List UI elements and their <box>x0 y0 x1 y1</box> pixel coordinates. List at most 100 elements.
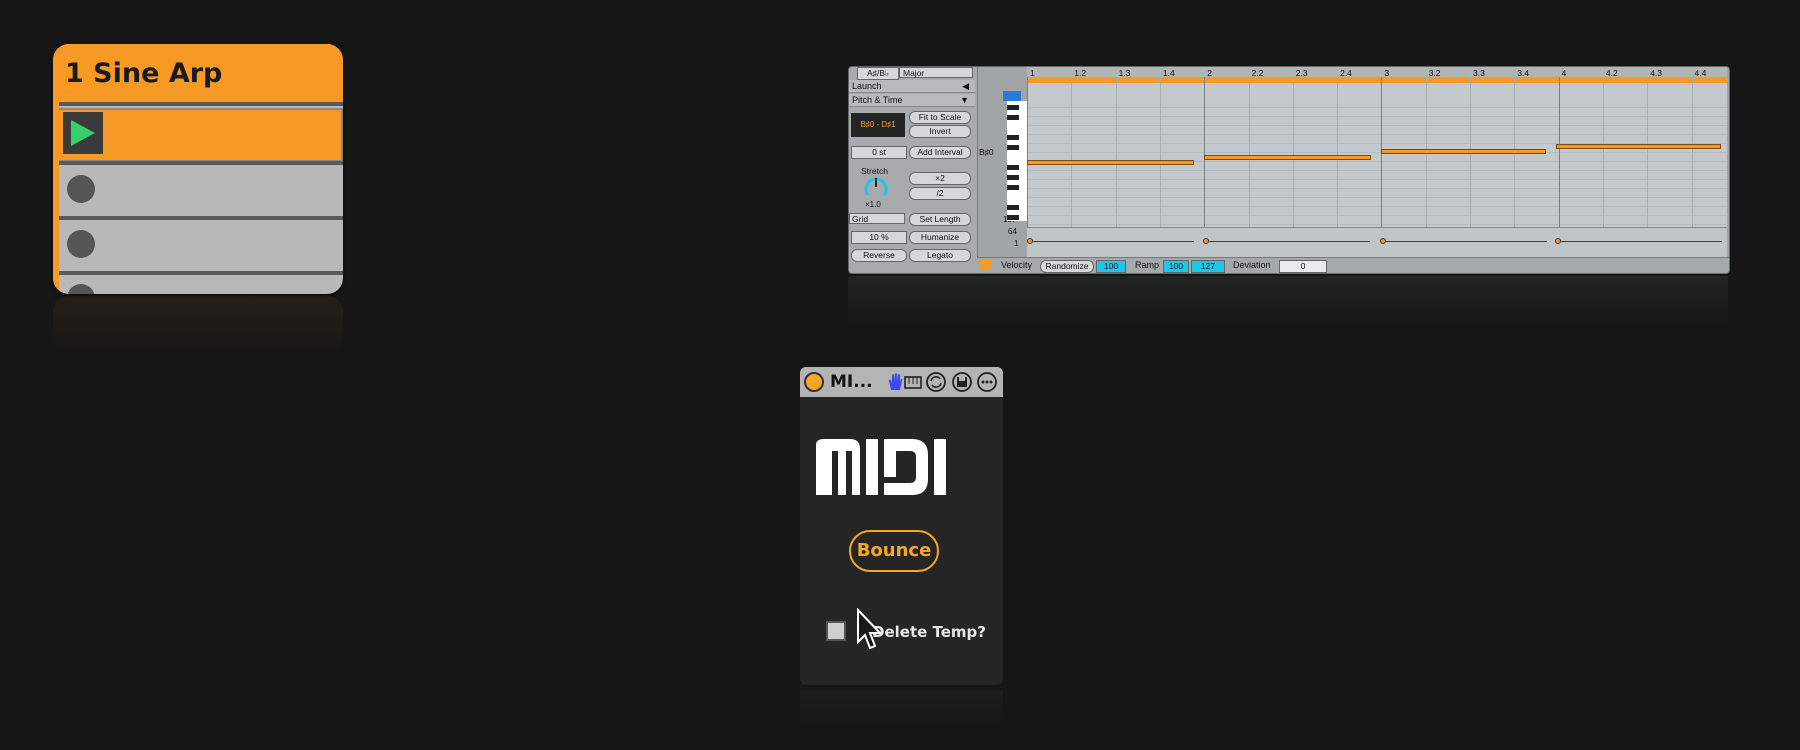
midi-bounce-device: MI... Bounce Delete Temp? <box>800 367 1003 685</box>
stretch-knob[interactable] <box>863 175 889 199</box>
launch-section[interactable]: Launch ◀ <box>849 80 975 93</box>
divider <box>53 102 343 106</box>
track-name: 1 Sine Arp <box>65 58 223 89</box>
pitch-time-section[interactable]: Pitch & Time ▼ <box>849 94 975 107</box>
clip-stop-button[interactable] <box>67 284 95 294</box>
fold-button[interactable] <box>1003 91 1021 101</box>
velocity-label: Velocity <box>1001 260 1033 270</box>
bar-label: 2.2 <box>1251 68 1264 78</box>
black-key[interactable] <box>1007 125 1019 130</box>
pitch-lane <box>1027 170 1727 171</box>
midi-note[interactable] <box>1204 155 1371 160</box>
midi-note[interactable] <box>1381 149 1546 154</box>
humanize-amount-field[interactable]: 10 % <box>851 231 907 244</box>
midi-note[interactable] <box>1556 144 1721 149</box>
piano-roll-keys[interactable] <box>1007 101 1027 221</box>
note-grid[interactable] <box>1027 77 1727 234</box>
pitch-lane <box>1027 134 1727 135</box>
deviation-value[interactable]: 0 <box>1279 260 1327 273</box>
black-key[interactable] <box>1007 215 1019 220</box>
randomize-button[interactable]: Randomize <box>1040 260 1094 273</box>
clip-slot-playing[interactable] <box>57 108 343 162</box>
pitch-lane <box>1027 197 1727 198</box>
black-key[interactable] <box>1007 155 1019 160</box>
pitch-lane <box>1027 215 1727 216</box>
editor-footer: Velocity Randomize 100 Ramp 100 127 Devi… <box>977 257 1729 273</box>
ramp-start-value[interactable]: 100 <box>1163 260 1189 273</box>
keyboard-icon[interactable] <box>903 372 923 392</box>
reverse-button[interactable]: Reverse <box>851 249 907 262</box>
velocity-value[interactable]: 100 <box>1096 260 1126 273</box>
pitch-time-label: Pitch & Time <box>852 95 903 105</box>
velocity-mid-label: 64 <box>1008 227 1017 236</box>
bar-label: 4 <box>1561 68 1567 78</box>
note-tools-panel: A♯/B♭ Major Launch ◀ Pitch & Time ▼ B♯0 - … <box>849 67 978 273</box>
velocity-lane[interactable] <box>1027 227 1727 258</box>
clip-stop-button[interactable] <box>67 230 95 258</box>
play-icon <box>71 120 95 146</box>
clip-track: 1 Sine Arp <box>53 44 343 294</box>
bar-label: 1 <box>1030 68 1035 78</box>
bounce-button[interactable]: Bounce <box>849 530 939 572</box>
bar-label: 3 <box>1384 68 1390 78</box>
expand-icon: ▼ <box>960 95 969 105</box>
scale-name-select[interactable]: Major <box>899 67 973 78</box>
black-key[interactable] <box>1007 165 1019 170</box>
black-key[interactable] <box>1007 205 1019 210</box>
launch-label: Launch <box>852 81 882 91</box>
delete-temp-checkbox[interactable] <box>826 621 846 641</box>
device-name: MI... <box>830 372 873 392</box>
velocity-handle[interactable] <box>1555 238 1561 244</box>
reflection <box>800 690 1003 730</box>
note-name-label: B♯0 <box>979 147 994 157</box>
track-color-edge <box>53 44 59 294</box>
ramp-end-value[interactable]: 127 <box>1191 260 1225 273</box>
delete-temp-label: Delete Temp? <box>872 623 986 641</box>
humanize-button[interactable]: Humanize <box>909 231 971 244</box>
grid-select[interactable]: Grid <box>849 213 905 224</box>
add-interval-button[interactable]: Add Interval <box>909 146 971 159</box>
black-key[interactable] <box>1007 185 1019 190</box>
device-title-bar[interactable]: MI... <box>800 367 1003 397</box>
play-clip-button[interactable] <box>63 112 103 154</box>
clip-stop-button[interactable] <box>67 175 95 203</box>
bar-label: 2 <box>1207 68 1212 78</box>
scale-root-select[interactable]: A♯/B♭ <box>857 67 899 80</box>
semitone-field[interactable]: 0 st <box>851 146 907 159</box>
reflection <box>53 296 343 356</box>
velocity-handle[interactable] <box>1027 238 1033 244</box>
set-length-button[interactable]: Set Length <box>909 213 971 226</box>
pitch-lane <box>1027 125 1727 126</box>
fit-to-scale-button[interactable]: Fit to Scale <box>909 111 971 124</box>
loop-brace[interactable] <box>1027 77 1727 83</box>
device-power-button[interactable] <box>804 372 824 392</box>
bar-label: 4.4 <box>1694 68 1707 78</box>
double-button[interactable]: ×2 <box>909 172 971 185</box>
bar-label: 4.3 <box>1650 68 1663 78</box>
more-icon[interactable] <box>977 372 997 392</box>
black-key[interactable] <box>1007 115 1019 120</box>
back-icon[interactable] <box>979 260 991 270</box>
clip-header[interactable]: 1 Sine Arp <box>53 44 343 102</box>
black-key[interactable] <box>1007 195 1019 200</box>
velocity-stem <box>1557 241 1722 242</box>
mouse-cursor-icon <box>857 608 882 650</box>
sync-icon[interactable] <box>926 372 946 392</box>
hand-icon[interactable] <box>885 372 905 392</box>
invert-button[interactable]: Invert <box>909 125 971 138</box>
velocity-handle[interactable] <box>1203 238 1209 244</box>
velocity-stem <box>1029 241 1194 242</box>
legato-button[interactable]: Legato <box>909 249 971 262</box>
black-key[interactable] <box>1007 135 1019 140</box>
midi-note[interactable] <box>1027 160 1194 165</box>
half-button[interactable]: /2 <box>909 187 971 200</box>
bar-label: 3.3 <box>1473 68 1485 78</box>
save-icon[interactable] <box>952 372 972 392</box>
divider <box>53 161 343 165</box>
black-key[interactable] <box>1007 105 1019 110</box>
velocity-handle[interactable] <box>1380 238 1386 244</box>
black-key[interactable] <box>1007 145 1019 150</box>
pitch-lane <box>1027 107 1727 108</box>
black-key[interactable] <box>1007 175 1019 180</box>
pitch-lane <box>1027 152 1727 153</box>
